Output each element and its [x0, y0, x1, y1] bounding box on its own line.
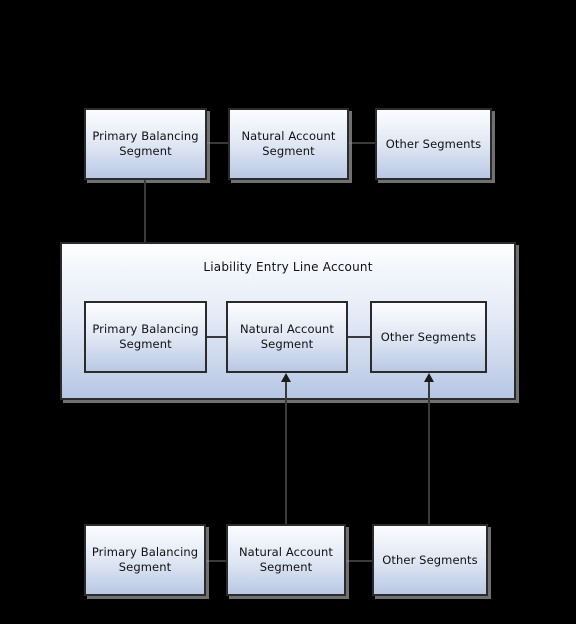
arrow-head-bottom-natural-to-middle: [281, 373, 291, 382]
top-natural-account-segment-box[interactable]: Natural Account Segment: [228, 108, 349, 180]
mid-natural-account-segment-label: Natural Account Segment: [239, 322, 334, 351]
connector-mid-middle-to-right: [348, 336, 370, 338]
arrow-shaft-bottom-other-to-middle: [428, 382, 430, 524]
top-natural-account-segment-label: Natural Account Segment: [241, 129, 336, 158]
mid-primary-balancing-segment-label: Primary Balancing Segment: [92, 322, 199, 351]
diagram-canvas: Primary Balancing Segment Natural Accoun…: [0, 0, 576, 624]
connector-top-middle-to-right: [348, 142, 376, 144]
top-primary-balancing-segment-label: Primary Balancing Segment: [92, 129, 199, 158]
mid-other-segments-box[interactable]: Other Segments: [370, 301, 487, 373]
bottom-other-segments-box[interactable]: Other Segments: [372, 524, 488, 596]
bottom-natural-account-segment-label: Natural Account Segment: [238, 545, 333, 574]
bottom-primary-balancing-segment-label: Primary Balancing Segment: [91, 545, 199, 574]
top-primary-balancing-segment-box[interactable]: Primary Balancing Segment: [84, 108, 207, 180]
bottom-natural-account-segment-box[interactable]: Natural Account Segment: [226, 524, 346, 596]
connector-bottom-middle-to-right: [346, 560, 374, 562]
mid-primary-balancing-segment-box[interactable]: Primary Balancing Segment: [84, 301, 207, 373]
connector-mid-left-to-middle: [206, 336, 228, 338]
top-other-segments-box[interactable]: Other Segments: [375, 108, 492, 180]
arrow-shaft-bottom-natural-to-middle: [285, 382, 287, 524]
bottom-primary-balancing-segment-box[interactable]: Primary Balancing Segment: [84, 524, 206, 596]
top-other-segments-label: Other Segments: [385, 136, 482, 151]
mid-other-segments-label: Other Segments: [380, 329, 477, 344]
bottom-other-segments-label: Other Segments: [382, 552, 478, 567]
mid-natural-account-segment-box[interactable]: Natural Account Segment: [226, 301, 348, 373]
arrow-head-bottom-other-to-middle: [424, 373, 434, 382]
liability-entry-line-account-title: Liability Entry Line Account: [203, 260, 373, 274]
